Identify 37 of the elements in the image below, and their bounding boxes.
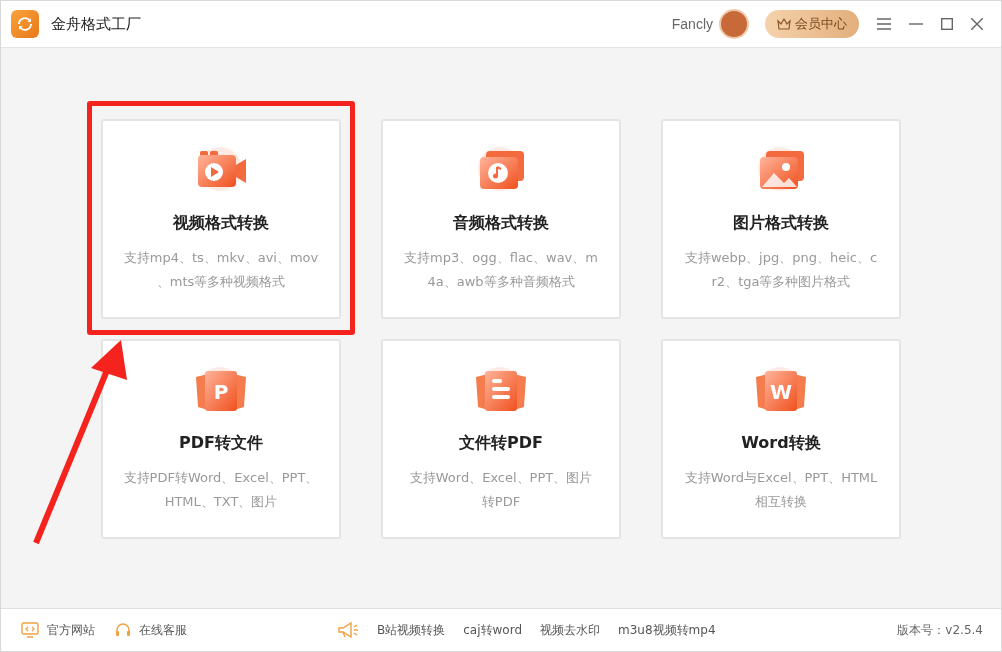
card-description: 支持Word与Excel、PPT、HTML 相互转换 — [684, 469, 878, 511]
app-logo-icon — [11, 10, 39, 38]
card-title: PDF转文件 — [179, 433, 263, 454]
card-description: 支持PDF转Word、Excel、PPT、 HTML、TXT、图片 — [123, 469, 319, 511]
quick-link[interactable]: B站视频转换 — [377, 621, 446, 639]
card-title: 图片格式转换 — [733, 213, 829, 234]
tool-card[interactable]: W Word转换 支持Word与Excel、PPT、HTML 相互转换 — [661, 339, 901, 539]
tool-card[interactable]: P PDF转文件 支持PDF转Word、Excel、PPT、 HTML、TXT、图片 — [101, 339, 341, 539]
card-title: Word转换 — [741, 433, 821, 454]
maximize-icon[interactable] — [941, 18, 953, 30]
user-name[interactable]: Fancly — [671, 16, 713, 32]
window-title: 金舟格式工厂 — [51, 14, 141, 34]
avatar[interactable] — [719, 9, 749, 39]
tool-card[interactable]: 文件转PDF 支持Word、Excel、PPT、图片 转PDF — [381, 339, 621, 539]
tool-card[interactable]: 视频格式转换 支持mp4、ts、mkv、avi、mov 、mts等多种视频格式 — [101, 119, 341, 319]
tool-card[interactable]: 音频格式转换 支持mp3、ogg、flac、wav、m 4a、awb等多种音频格式 — [381, 119, 621, 319]
quick-link[interactable]: caj转word — [463, 621, 522, 639]
crown-icon — [777, 18, 791, 30]
quick-link[interactable]: m3u8视频转mp4 — [618, 621, 716, 639]
card-description: 支持webp、jpg、png、heic、c r2、tga等多种图片格式 — [684, 249, 878, 291]
card-title: 视频格式转换 — [173, 213, 269, 234]
card-description: 支持Word、Excel、PPT、图片 转PDF — [409, 469, 593, 511]
vip-center-button[interactable]: 会员中心 — [765, 10, 859, 38]
card-title: 文件转PDF — [459, 433, 543, 454]
card-description: 支持mp4、ts、mkv、avi、mov 、mts等多种视频格式 — [123, 249, 319, 291]
version-label: 版本号：v2.5.4 — [897, 621, 983, 639]
close-icon[interactable] — [971, 18, 983, 30]
quick-link[interactable]: 视频去水印 — [540, 621, 600, 639]
menu-icon[interactable] — [877, 18, 891, 30]
monitor-icon — [21, 622, 39, 638]
footer-link[interactable]: 官方网站 — [21, 621, 95, 639]
footer-link[interactable]: 在线客服 — [115, 621, 187, 639]
megaphone-icon — [337, 621, 359, 639]
tool-card[interactable]: 图片格式转换 支持webp、jpg、png、heic、c r2、tga等多种图片格式 — [661, 119, 901, 319]
card-description: 支持mp3、ogg、flac、wav、m 4a、awb等多种音频格式 — [404, 249, 598, 291]
headset-icon — [115, 622, 131, 638]
card-title: 音频格式转换 — [453, 213, 549, 234]
